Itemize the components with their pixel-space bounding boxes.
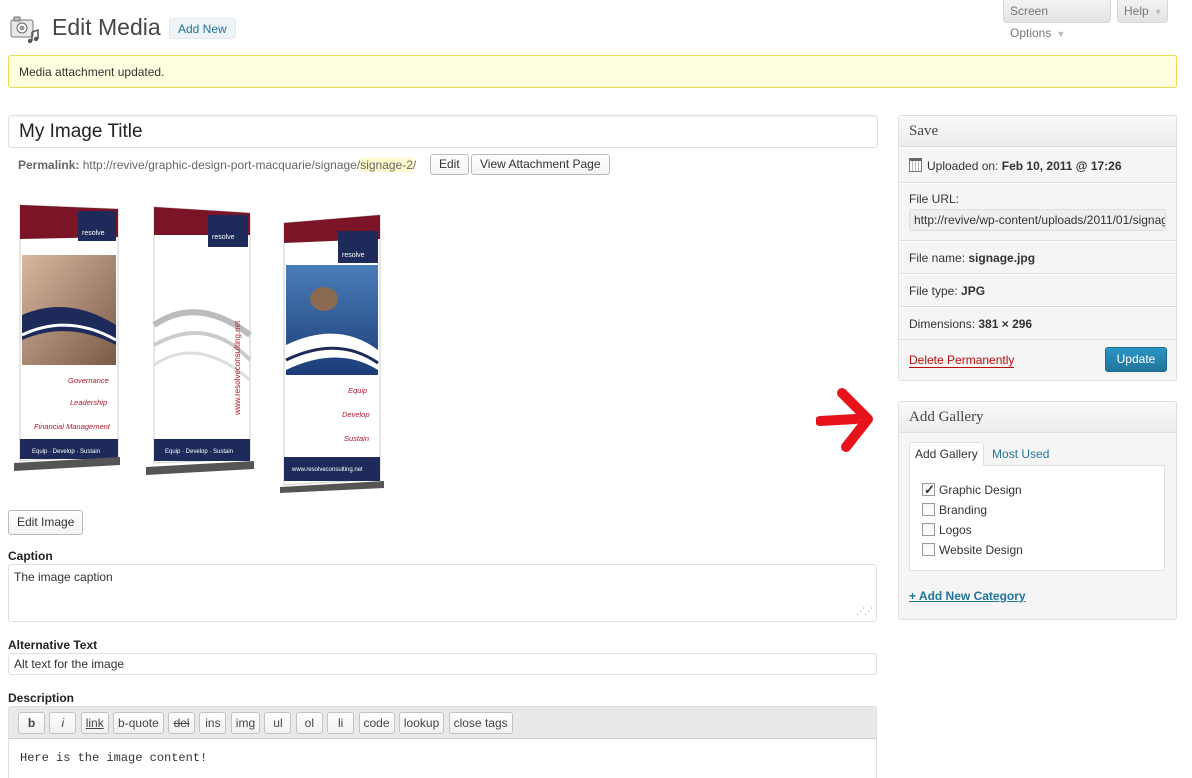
help-label: Help (1124, 4, 1149, 18)
dimensions-row: Dimensions: 381 × 296 (899, 307, 1176, 340)
save-box-footer: Delete Permanently Update (899, 340, 1176, 380)
file-type-label: File type: (909, 284, 958, 298)
screen-options-label: Screen Options (1010, 4, 1052, 40)
file-type-value: JPG (961, 284, 986, 298)
add-new-category-link[interactable]: + Add New Category (909, 589, 1026, 603)
caption-label: Caption (8, 549, 53, 563)
media-preview-image: resolve Governance Leadership Financial … (14, 204, 384, 493)
permalink-slug[interactable]: signage-2 (360, 158, 413, 172)
banner1-line-2: Leadership (70, 398, 107, 407)
edit-image-button[interactable]: Edit Image (8, 510, 84, 535)
category-checklist: Graphic Design Branding Logos Website De… (909, 465, 1165, 571)
banner3-line-3: Sustain (344, 434, 369, 443)
quicktags-toolbar: b i link b-quote del ins img ul ol li co… (9, 707, 876, 739)
alt-text-label: Alternative Text (8, 638, 98, 652)
file-type-row: File type: JPG (899, 274, 1176, 307)
qt-ol-button[interactable]: ol (295, 712, 323, 734)
qt-code-button[interactable]: code (358, 712, 395, 734)
permalink-label: Permalink: (18, 158, 80, 172)
permalink-base: http://revive/graphic-design-port-macqua… (82, 158, 361, 172)
checkbox-icon[interactable] (922, 503, 935, 516)
checkbox-icon[interactable] (922, 543, 935, 556)
uploaded-on-row: Uploaded on: Feb 10, 2011 @ 17:26 (899, 148, 1176, 183)
category-tabs: Add Gallery Most Used (909, 442, 1054, 466)
page-title: Edit Media (52, 14, 161, 40)
qt-ins-button[interactable]: ins (199, 712, 227, 734)
qt-bold-button[interactable]: b (18, 712, 45, 734)
category-label: Website Design (939, 543, 1023, 557)
category-label: Branding (939, 503, 988, 517)
banner-1: resolve Governance Leadership Financial … (14, 204, 120, 471)
file-name-label: File name: (909, 251, 966, 265)
delete-permanently-link[interactable]: Delete Permanently (909, 353, 1015, 368)
qt-img-button[interactable]: img (230, 712, 261, 734)
banner3-url: www.resolveconsulting.net (291, 467, 363, 473)
banner1-line-3: Financial Management (34, 422, 111, 431)
qt-lookup-button[interactable]: lookup (398, 712, 445, 734)
tab-most-used[interactable]: Most Used (987, 443, 1054, 467)
add-new-button[interactable]: Add New (169, 18, 236, 39)
qt-close-tags-button[interactable]: close tags (448, 712, 513, 734)
save-box-title[interactable]: Save (899, 116, 1176, 147)
add-gallery-box: Add Gallery Add Gallery Most Used Graphi… (898, 401, 1177, 620)
qt-link-button[interactable]: link (80, 712, 109, 734)
update-button[interactable]: Update (1105, 347, 1167, 372)
dimensions-label: Dimensions: (909, 317, 976, 331)
alt-text-input[interactable]: Alt text for the image (8, 653, 877, 675)
category-label: Graphic Design (939, 483, 1022, 497)
checkbox-icon[interactable] (922, 523, 935, 536)
permalink-end: / (412, 158, 417, 172)
help-button[interactable]: Help ▼ (1117, 0, 1168, 23)
category-item-website-design[interactable]: Website Design (922, 540, 1164, 560)
banner1-line-1: Governance (68, 376, 109, 385)
caption-value: The image caption (14, 570, 113, 584)
calendar-icon (909, 158, 922, 172)
banner2-vertical-url: www.resolveconsulting.net (233, 320, 242, 416)
resize-grip-icon[interactable]: ⋰⋰ (856, 606, 873, 617)
banner-2: resolve www.resolveconsulting.net Equip … (146, 206, 254, 475)
category-label: Logos (939, 523, 972, 537)
banner2-brand: resolve (212, 234, 235, 241)
uploaded-label: Uploaded on: (927, 159, 999, 173)
save-box: Save Uploaded on: Feb 10, 2011 @ 17:26 F… (898, 115, 1177, 381)
uploaded-value: Feb 10, 2011 @ 17:26 (1001, 159, 1122, 173)
qt-italic-button[interactable]: i (49, 712, 77, 734)
banner1-brand: resolve (82, 230, 105, 237)
add-gallery-box-title[interactable]: Add Gallery (899, 402, 1176, 433)
description-textarea[interactable]: Here is the image content! (9, 739, 876, 777)
file-url-label: File URL: (909, 192, 960, 206)
title-input[interactable]: My Image Title (8, 115, 878, 148)
view-attachment-page-button[interactable]: View Attachment Page (471, 154, 610, 175)
file-url-input[interactable]: http://revive/wp-content/uploads/2011/01… (909, 209, 1166, 231)
qt-li-button[interactable]: li (327, 712, 355, 734)
description-editor: b i link b-quote del ins img ul ol li co… (8, 706, 877, 778)
dimensions-value: 381 × 296 (978, 317, 1033, 331)
edit-permalink-button[interactable]: Edit (430, 154, 469, 175)
qt-del-button[interactable]: del (168, 712, 196, 734)
tab-all-categories[interactable]: Add Gallery (909, 442, 984, 466)
screen-options-button[interactable]: Screen Options ▼ (1003, 0, 1111, 40)
banner2-footer: Equip · Develop · Sustain (165, 449, 233, 455)
category-item-graphic-design[interactable]: Graphic Design (922, 480, 1164, 500)
description-label: Description (8, 691, 75, 705)
media-icon (10, 16, 39, 44)
banner1-footer: Equip · Develop · Sustain (32, 449, 100, 455)
checkbox-checked-icon[interactable] (922, 480, 935, 500)
qt-blockquote-button[interactable]: b-quote (113, 712, 164, 734)
banner-3: resolve Equip Develop Sustain www.resolv… (280, 214, 384, 493)
banner3-line-2: Develop (342, 410, 370, 419)
category-item-branding[interactable]: Branding (922, 500, 1164, 520)
category-item-logos[interactable]: Logos (922, 520, 1164, 540)
banner3-brand: resolve (342, 252, 365, 259)
file-name-value: signage.jpg (968, 251, 1036, 265)
permalink: Permalink: http://revive/graphic-design-… (18, 157, 416, 173)
triangle-down-icon: ▼ (1056, 29, 1066, 39)
banner3-line-1: Equip (348, 386, 367, 395)
red-arrow-icon (816, 388, 873, 452)
triangle-down-icon: ▼ (1153, 7, 1163, 17)
qt-ul-button[interactable]: ul (264, 712, 292, 734)
file-name-row: File name: signage.jpg (899, 241, 1176, 274)
updated-notice: Media attachment updated. (8, 55, 1177, 88)
caption-textarea[interactable]: The image caption ⋰⋰ (8, 564, 877, 622)
